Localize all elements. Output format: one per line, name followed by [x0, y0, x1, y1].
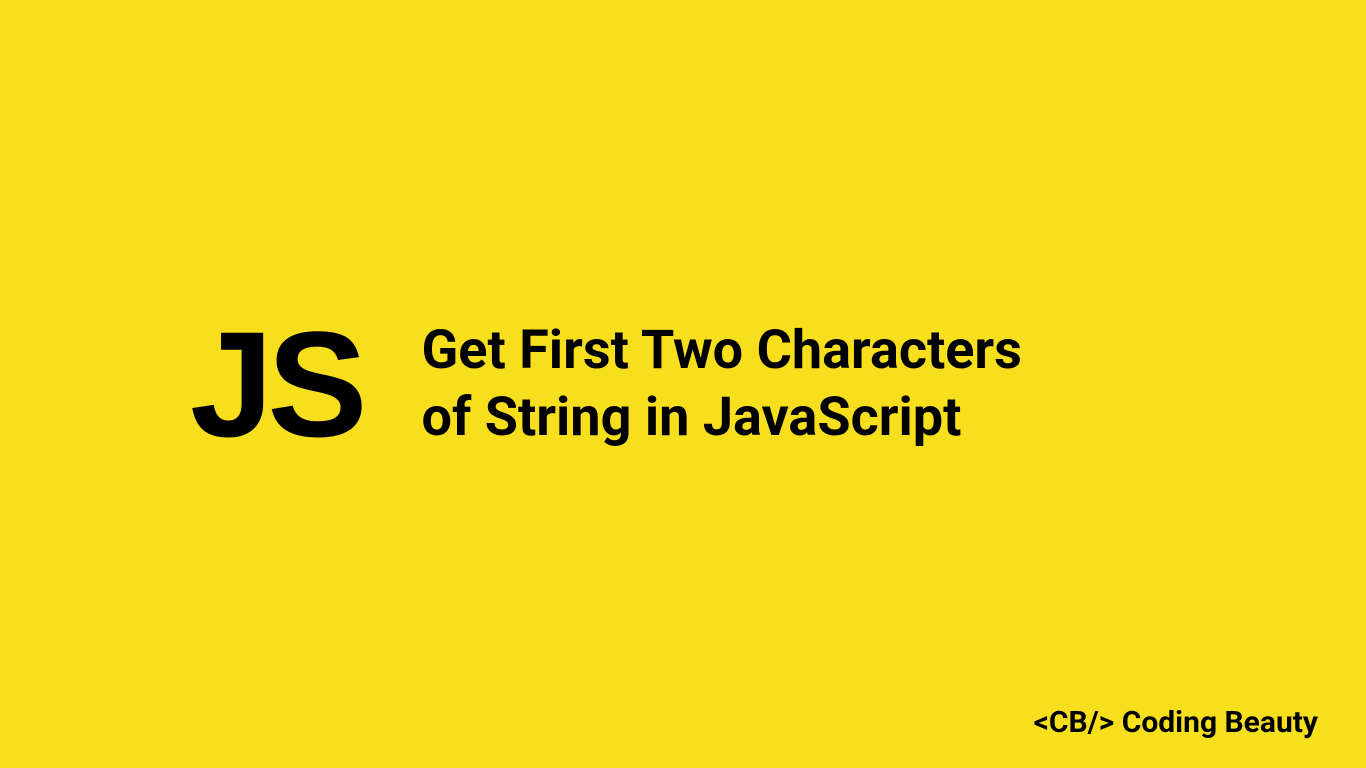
title-line-2: of String in JavaScript [421, 384, 1021, 452]
main-content: JS Get First Two Characters of String in… [190, 309, 1022, 459]
title-line-1: Get First Two Characters [421, 317, 1021, 385]
article-title: Get First Two Characters of String in Ja… [421, 317, 1021, 452]
js-logo-badge: JS [190, 309, 361, 459]
site-branding: <CB/> Coding Beauty [1034, 705, 1318, 740]
